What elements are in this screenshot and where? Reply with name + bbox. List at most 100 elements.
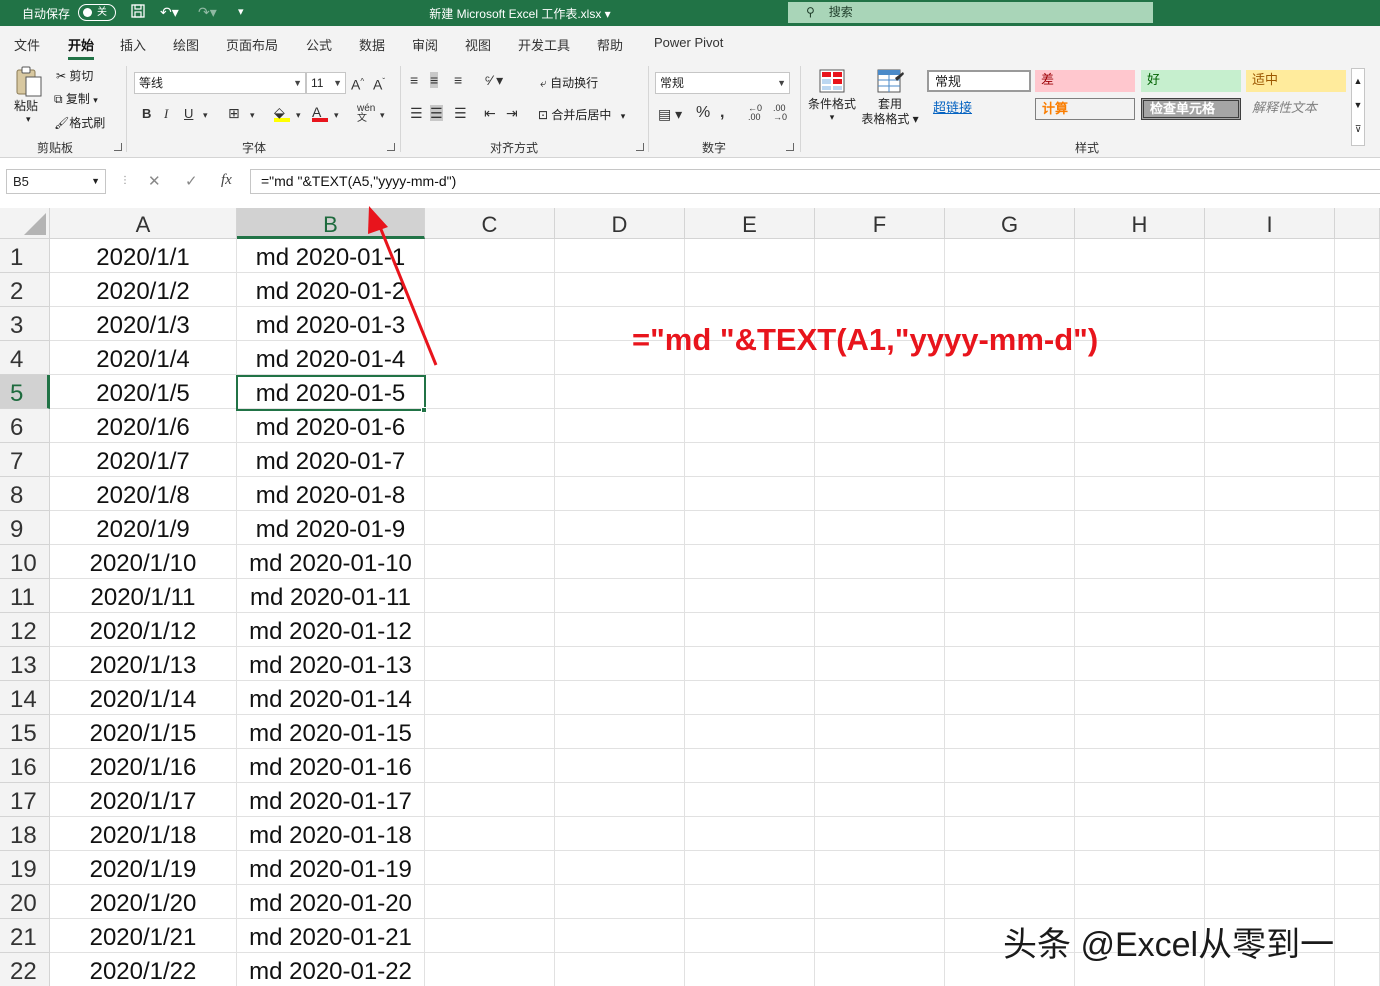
empty-cell[interactable] bbox=[1205, 613, 1335, 647]
empty-cell[interactable] bbox=[1335, 715, 1380, 749]
format-as-table-button[interactable]: 套用 表格格式 ▾ bbox=[860, 68, 920, 127]
empty-cell[interactable] bbox=[1205, 409, 1335, 443]
column-header-h[interactable]: H bbox=[1075, 208, 1205, 239]
empty-cell[interactable] bbox=[425, 477, 555, 511]
tab-draw[interactable]: 绘图 bbox=[173, 35, 199, 54]
empty-cell[interactable] bbox=[685, 715, 815, 749]
empty-cell[interactable] bbox=[1205, 579, 1335, 613]
empty-cell[interactable] bbox=[945, 273, 1075, 307]
empty-cell[interactable] bbox=[1205, 511, 1335, 545]
number-format-select[interactable]: 常规 ▼ bbox=[655, 72, 790, 94]
empty-cell[interactable] bbox=[685, 749, 815, 783]
phonetic-icon[interactable]: wén 文 bbox=[357, 104, 375, 124]
empty-cell[interactable] bbox=[1205, 443, 1335, 477]
cell-a[interactable]: 2020/1/2 bbox=[50, 273, 237, 307]
search-box[interactable]: ⚲ 搜索 bbox=[788, 2, 1153, 23]
empty-cell[interactable] bbox=[945, 545, 1075, 579]
empty-cell[interactable] bbox=[1205, 647, 1335, 681]
style-normal[interactable]: 常规 bbox=[927, 70, 1031, 92]
style-good[interactable]: 好 bbox=[1141, 70, 1241, 92]
cell-a[interactable]: 2020/1/22 bbox=[50, 953, 237, 986]
empty-cell[interactable] bbox=[425, 409, 555, 443]
cell-b[interactable]: md 2020-01-14 bbox=[237, 681, 425, 715]
row-header[interactable]: 4 bbox=[0, 341, 50, 375]
row-header[interactable]: 5 bbox=[0, 375, 50, 409]
empty-cell[interactable] bbox=[1075, 851, 1205, 885]
empty-cell[interactable] bbox=[1205, 715, 1335, 749]
empty-cell[interactable] bbox=[945, 511, 1075, 545]
row-header[interactable]: 6 bbox=[0, 409, 50, 443]
empty-cell[interactable] bbox=[555, 681, 685, 715]
cell-b[interactable]: md 2020-01-1 bbox=[237, 239, 425, 273]
style-bad[interactable]: 差 bbox=[1035, 70, 1135, 92]
empty-cell[interactable] bbox=[945, 409, 1075, 443]
empty-cell[interactable] bbox=[945, 239, 1075, 273]
font-color-icon[interactable]: A bbox=[312, 104, 328, 122]
cell-b[interactable]: md 2020-01-17 bbox=[237, 783, 425, 817]
empty-cell[interactable] bbox=[1075, 613, 1205, 647]
tab-power-pivot[interactable]: Power Pivot bbox=[654, 35, 723, 50]
empty-cell[interactable] bbox=[425, 511, 555, 545]
empty-cell[interactable] bbox=[815, 579, 945, 613]
row-header[interactable]: 11 bbox=[0, 579, 50, 613]
increase-indent-icon[interactable]: ⇥ bbox=[506, 105, 518, 121]
cell-a[interactable]: 2020/1/11 bbox=[50, 579, 237, 613]
empty-cell[interactable] bbox=[425, 919, 555, 953]
empty-cell[interactable] bbox=[425, 545, 555, 579]
empty-cell[interactable] bbox=[425, 953, 555, 986]
align-top-icon[interactable]: ≡ bbox=[410, 72, 418, 88]
row-header[interactable]: 1 bbox=[0, 239, 50, 273]
cell-b[interactable]: md 2020-01-6 bbox=[237, 409, 425, 443]
cell-b[interactable]: md 2020-01-21 bbox=[237, 919, 425, 953]
cell-b[interactable]: md 2020-01-20 bbox=[237, 885, 425, 919]
empty-cell[interactable] bbox=[555, 749, 685, 783]
empty-cell[interactable] bbox=[1335, 239, 1380, 273]
empty-cell[interactable] bbox=[425, 579, 555, 613]
row-header[interactable]: 12 bbox=[0, 613, 50, 647]
empty-cell[interactable] bbox=[815, 477, 945, 511]
decrease-decimal-icon[interactable]: .00 →0 bbox=[773, 104, 787, 122]
copy-button[interactable]: ⧉ 复制 ▾ bbox=[54, 90, 98, 107]
empty-cell[interactable] bbox=[1205, 341, 1335, 375]
fill-handle[interactable] bbox=[421, 407, 427, 413]
row-header[interactable]: 7 bbox=[0, 443, 50, 477]
empty-cell[interactable] bbox=[815, 749, 945, 783]
empty-cell[interactable] bbox=[815, 443, 945, 477]
row-header[interactable]: 18 bbox=[0, 817, 50, 851]
empty-cell[interactable] bbox=[1075, 783, 1205, 817]
cell-b[interactable]: md 2020-01-16 bbox=[237, 749, 425, 783]
align-right-icon[interactable]: ☰ bbox=[454, 105, 467, 121]
empty-cell[interactable] bbox=[815, 919, 945, 953]
empty-cell[interactable] bbox=[815, 715, 945, 749]
name-box[interactable]: B5 ▼ bbox=[6, 169, 106, 194]
column-header-d[interactable]: D bbox=[555, 208, 685, 239]
empty-cell[interactable] bbox=[1335, 341, 1380, 375]
align-bottom-icon[interactable]: ≡ bbox=[454, 72, 462, 88]
empty-cell[interactable] bbox=[555, 851, 685, 885]
empty-cell[interactable] bbox=[815, 783, 945, 817]
empty-cell[interactable] bbox=[1335, 579, 1380, 613]
style-neutral[interactable]: 适中 bbox=[1246, 70, 1346, 92]
empty-cell[interactable] bbox=[945, 715, 1075, 749]
empty-cell[interactable] bbox=[685, 953, 815, 986]
empty-cell[interactable] bbox=[555, 817, 685, 851]
cell-b[interactable]: md 2020-01-15 bbox=[237, 715, 425, 749]
column-header-j[interactable] bbox=[1335, 208, 1380, 239]
tab-help[interactable]: 帮助 bbox=[597, 35, 623, 54]
row-header[interactable]: 22 bbox=[0, 953, 50, 986]
underline-icon[interactable]: U bbox=[184, 106, 193, 122]
empty-cell[interactable] bbox=[1075, 511, 1205, 545]
empty-cell[interactable] bbox=[685, 443, 815, 477]
empty-cell[interactable] bbox=[555, 511, 685, 545]
empty-cell[interactable] bbox=[1205, 273, 1335, 307]
empty-cell[interactable] bbox=[685, 851, 815, 885]
cell-b[interactable]: md 2020-01-7 bbox=[237, 443, 425, 477]
empty-cell[interactable] bbox=[555, 953, 685, 986]
empty-cell[interactable] bbox=[555, 885, 685, 919]
empty-cell[interactable] bbox=[555, 409, 685, 443]
row-header[interactable]: 3 bbox=[0, 307, 50, 341]
empty-cell[interactable] bbox=[1335, 409, 1380, 443]
empty-cell[interactable] bbox=[1075, 477, 1205, 511]
empty-cell[interactable] bbox=[1205, 851, 1335, 885]
conditional-format-button[interactable]: 条件格式 ▾ bbox=[806, 68, 858, 123]
